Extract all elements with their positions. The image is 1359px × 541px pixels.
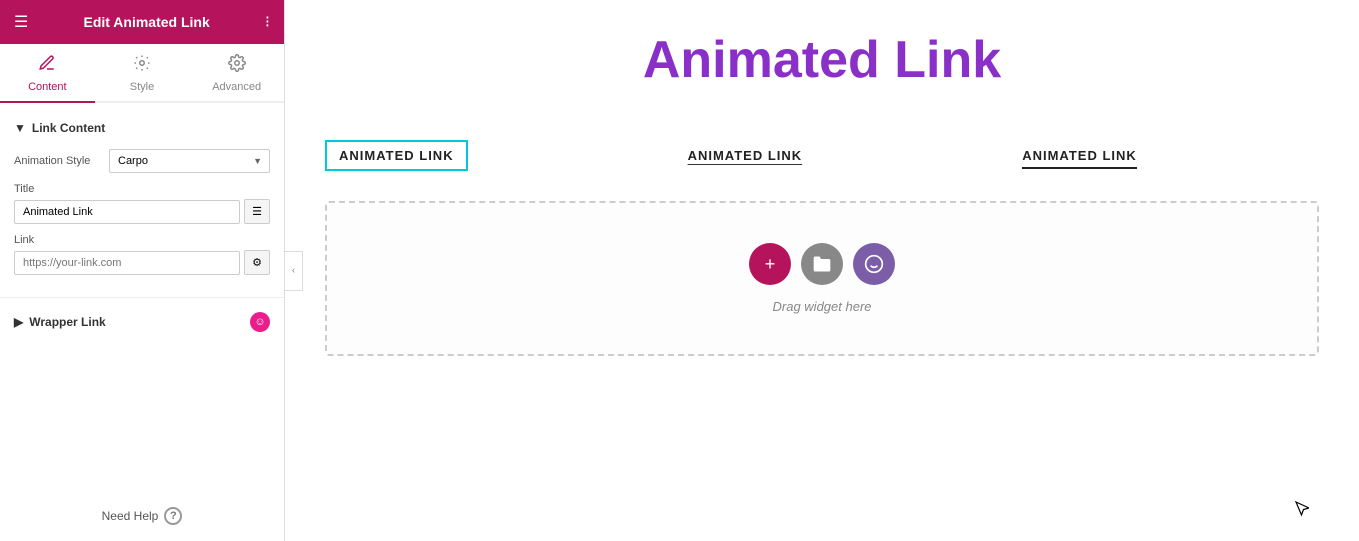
title-align-button[interactable]: ☰	[244, 199, 270, 224]
animated-link-2[interactable]: ANIMATED LINK	[688, 142, 803, 169]
folder-button[interactable]	[801, 243, 843, 285]
animation-style-label: Animation Style	[14, 155, 109, 167]
divider-1	[0, 297, 284, 298]
wrapper-link-row[interactable]: ▶ Wrapper Link ☺	[0, 304, 284, 340]
tab-content-label: Content	[28, 81, 67, 93]
title-input[interactable]	[14, 200, 240, 224]
tab-advanced-label: Advanced	[212, 81, 261, 93]
link-content-label: Link Content	[32, 121, 105, 135]
wrapper-link-icon: ☺	[250, 312, 270, 332]
need-help-section[interactable]: Need Help ?	[0, 491, 284, 541]
link-input[interactable]	[14, 251, 240, 275]
wrapper-expand-icon: ▶	[14, 315, 23, 329]
grid-icon[interactable]: ⁝	[265, 12, 270, 32]
title-field-label: Title	[14, 183, 270, 195]
canvas-area: Animated Link ANIMATED LINK ANIMATED LIN…	[285, 0, 1359, 541]
animation-style-control: Carpo Fade Slide Bounce	[109, 149, 270, 173]
animated-link-2-text: ANIMATED LINK	[688, 148, 803, 163]
drop-zone-text: Drag widget here	[773, 299, 872, 314]
content-tab-icon	[38, 54, 56, 77]
hamburger-icon[interactable]: ☰	[14, 12, 28, 32]
smiley-icon	[864, 254, 884, 274]
sidebar: ☰ Edit Animated Link ⁝ Content Style	[0, 0, 285, 541]
advanced-tab-icon	[228, 54, 246, 77]
link-content-section-content: Animation Style Carpo Fade Slide Bounce …	[0, 143, 284, 291]
tab-style[interactable]: Style	[95, 44, 190, 103]
link-field-block: Link ⚙	[14, 234, 270, 275]
smiley-button[interactable]	[853, 243, 895, 285]
section-header-left: ▼ Link Content	[14, 121, 105, 135]
animation-style-select[interactable]: Carpo Fade Slide Bounce	[109, 149, 270, 173]
page-title: Animated Link	[325, 30, 1319, 90]
animated-link-3-text: ANIMATED LINK	[1022, 148, 1137, 163]
link-field-row: ⚙	[14, 250, 270, 275]
sidebar-header: ☰ Edit Animated Link ⁝	[0, 0, 284, 44]
animated-links-row: ANIMATED LINK ANIMATED LINK ANIMATED LIN…	[325, 130, 1319, 181]
style-tab-icon	[133, 54, 151, 77]
sidebar-content: ▼ Link Content Animation Style Carpo Fad…	[0, 103, 284, 491]
wrapper-link-left: ▶ Wrapper Link	[14, 315, 106, 329]
tabs-container: Content Style Advanced	[0, 44, 284, 103]
add-widget-button[interactable]: +	[749, 243, 791, 285]
main-area: ‹ Animated Link ANIMATED LINK ANIMATED L…	[285, 0, 1359, 541]
link-content-section-header[interactable]: ▼ Link Content	[0, 113, 284, 143]
tab-advanced[interactable]: Advanced	[189, 44, 284, 103]
drop-zone-buttons: +	[749, 243, 895, 285]
need-help-label: Need Help	[102, 509, 159, 523]
title-field-block: Title ☰	[14, 183, 270, 224]
animation-style-row: Animation Style Carpo Fade Slide Bounce	[14, 149, 270, 173]
link-field-label: Link	[14, 234, 270, 246]
animated-link-3[interactable]: ANIMATED LINK	[1022, 142, 1137, 169]
tab-style-label: Style	[130, 81, 154, 93]
link-settings-button[interactable]: ⚙	[244, 250, 270, 275]
tab-content[interactable]: Content	[0, 44, 95, 103]
animated-link-1[interactable]: ANIMATED LINK	[325, 140, 468, 171]
folder-icon	[812, 254, 832, 274]
title-field-row: ☰	[14, 199, 270, 224]
sidebar-toggle-button[interactable]: ‹	[285, 251, 303, 291]
animation-style-select-wrapper: Carpo Fade Slide Bounce	[109, 149, 270, 173]
sidebar-title: Edit Animated Link	[83, 14, 209, 30]
help-icon: ?	[164, 507, 182, 525]
drop-zone: + Drag widget here	[325, 201, 1319, 356]
animated-link-1-text: ANIMATED LINK	[339, 148, 454, 163]
wrapper-link-label: Wrapper Link	[29, 315, 105, 329]
section-collapse-icon: ▼	[14, 121, 26, 135]
